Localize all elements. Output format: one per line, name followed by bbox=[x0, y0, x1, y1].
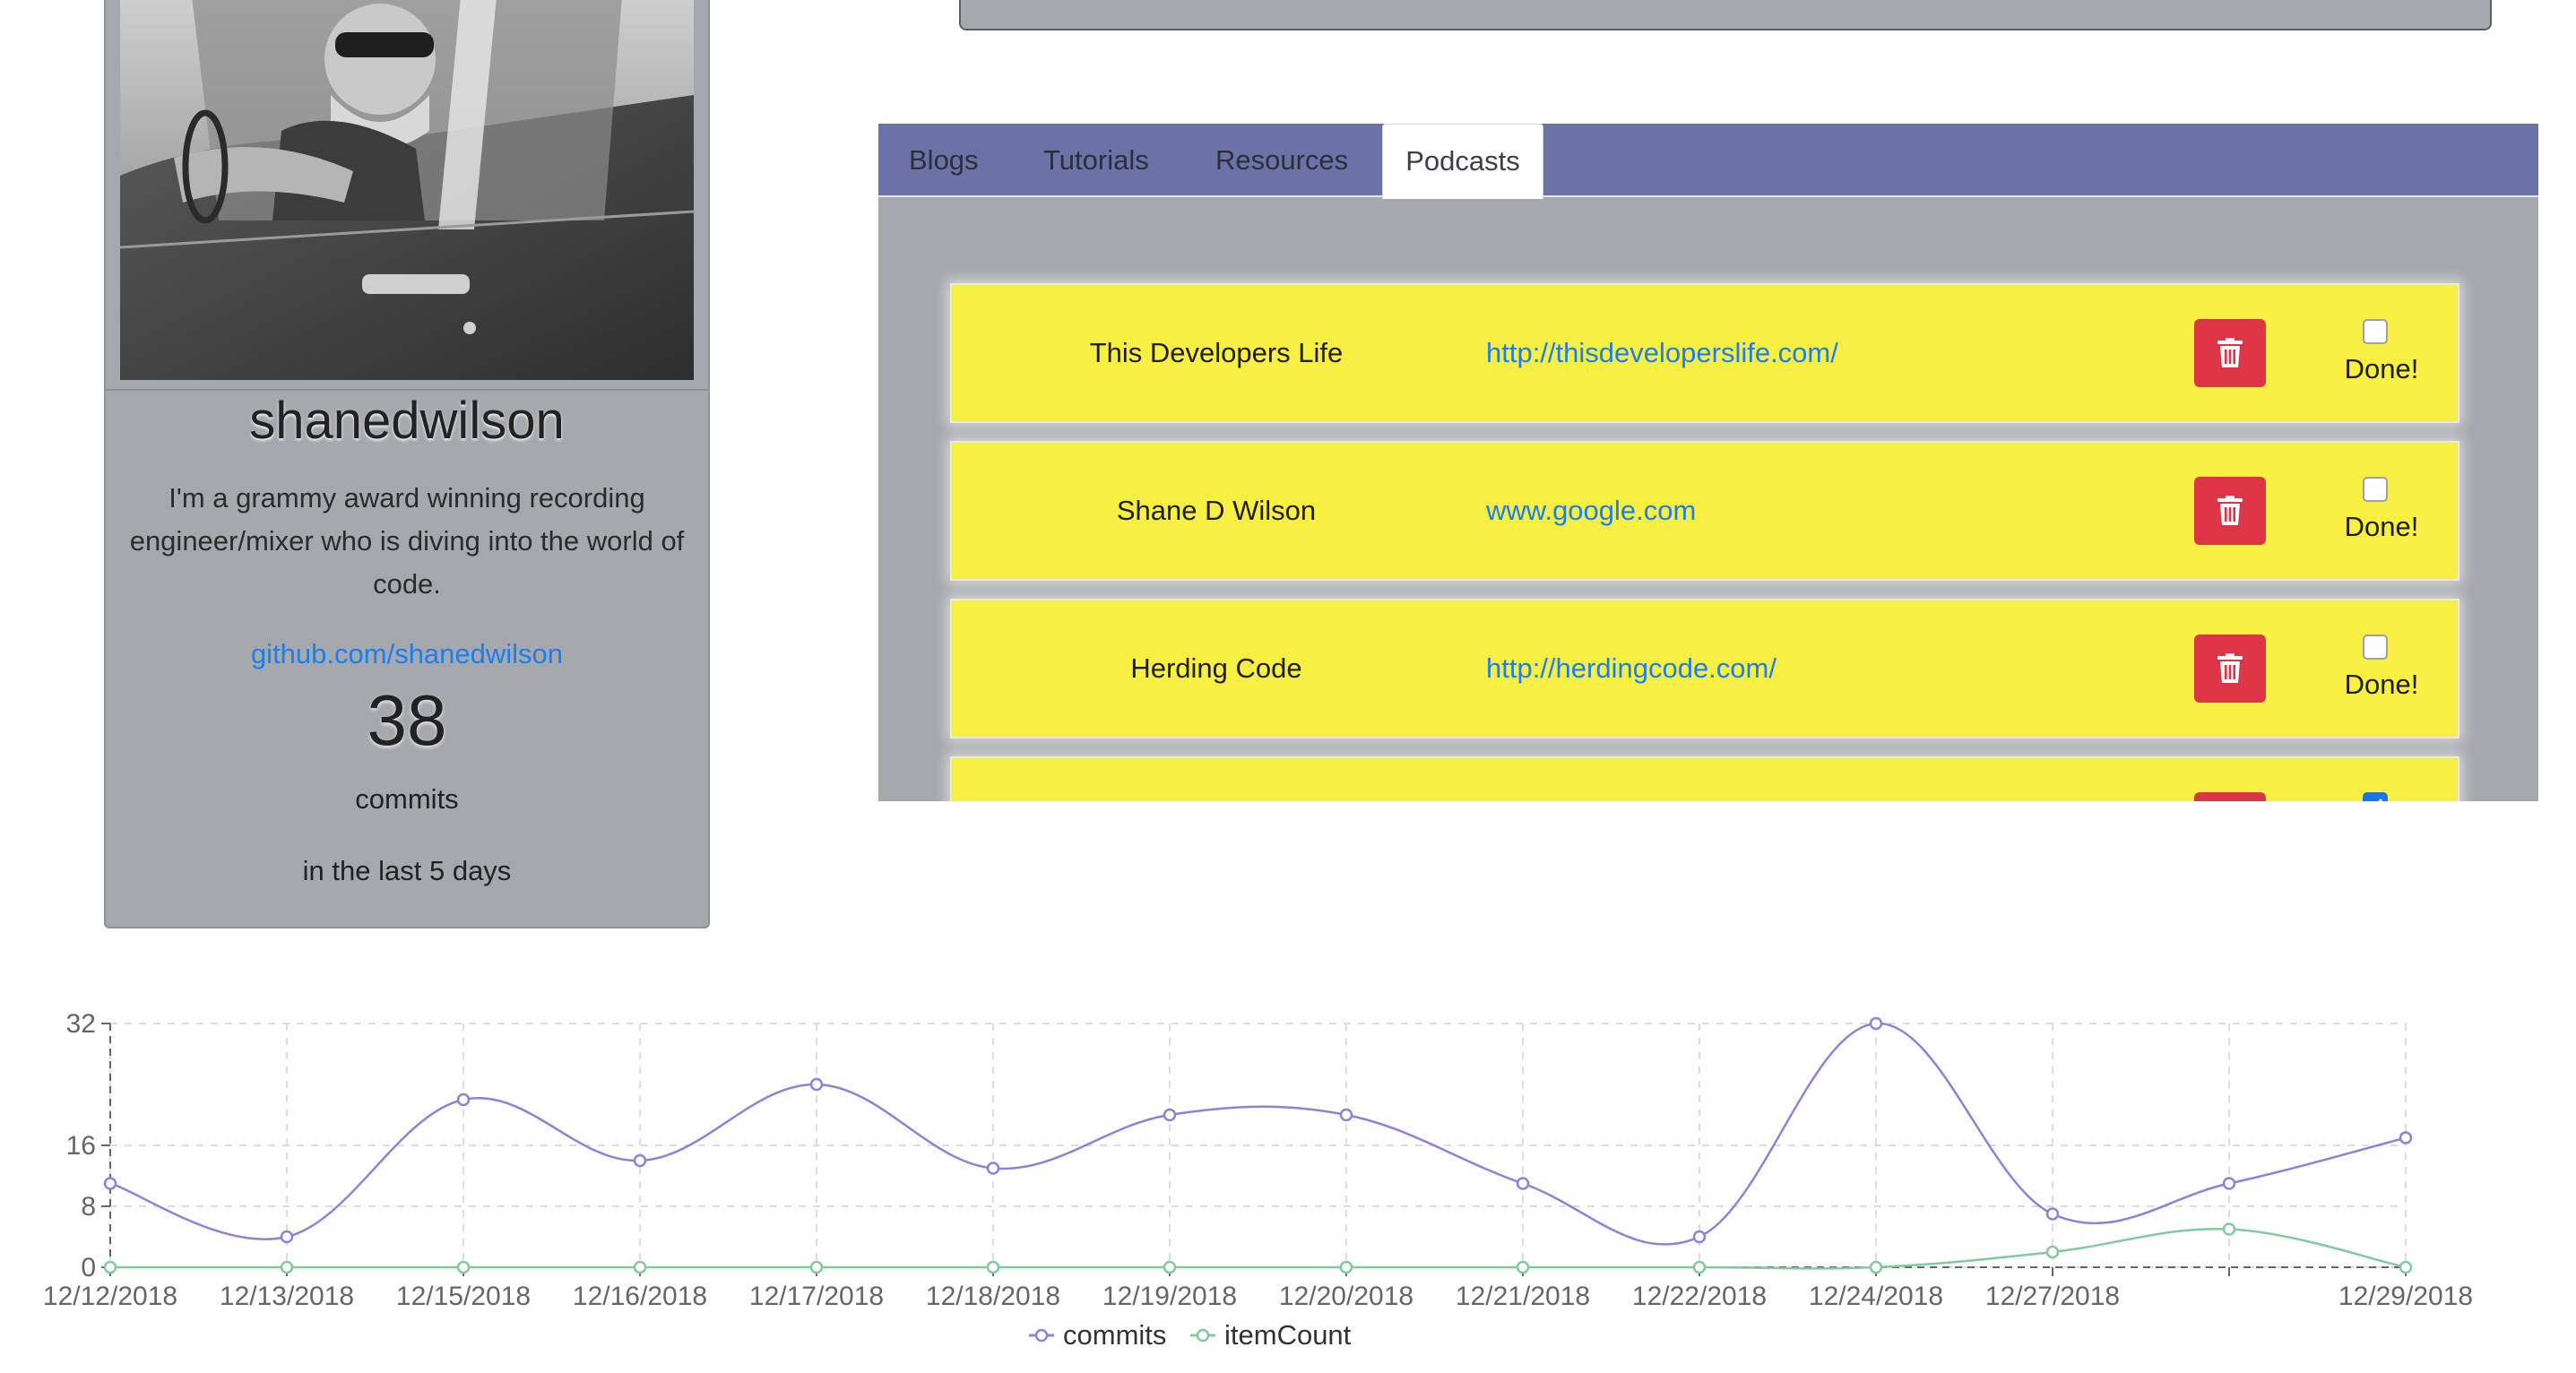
x-tick-label: 12/13/2018 bbox=[220, 1282, 354, 1311]
podcast-row: Shane D Wilson www.google.com Done! bbox=[950, 441, 2459, 581]
data-point-itemCount bbox=[986, 1260, 1000, 1274]
chart-grid bbox=[109, 1023, 2407, 1268]
x-tick-label: 12/22/2018 bbox=[1632, 1282, 1767, 1311]
data-point-itemCount bbox=[1692, 1260, 1707, 1274]
tab-bar: Blogs Tutorials Resources Podcasts bbox=[878, 124, 2538, 199]
y-tick-label: 8 bbox=[81, 1192, 96, 1222]
podcast-title: Shane D Wilson bbox=[1116, 495, 1317, 526]
done-checkbox[interactable] bbox=[2363, 792, 2388, 801]
data-point-itemCount bbox=[456, 1260, 471, 1274]
data-point-itemCount bbox=[2045, 1245, 2060, 1259]
data-point-commits bbox=[280, 1230, 294, 1244]
legend-label: itemCount bbox=[1224, 1319, 1352, 1351]
data-point-commits bbox=[1869, 1016, 1883, 1031]
x-tick-label: 12/16/2018 bbox=[573, 1282, 707, 1311]
x-tick-label: 12/24/2018 bbox=[1809, 1282, 1943, 1311]
done-checkbox[interactable] bbox=[2363, 477, 2388, 502]
data-point-commits bbox=[456, 1092, 471, 1107]
profile-photo-image bbox=[120, 0, 694, 380]
tab-podcasts[interactable]: Podcasts bbox=[1382, 124, 1543, 199]
chart-legend: commits itemCount bbox=[1029, 1319, 1352, 1351]
y-tick-label: 0 bbox=[81, 1253, 96, 1282]
podcast-title: This Developers Life bbox=[1089, 337, 1344, 368]
trash-icon bbox=[2217, 496, 2243, 525]
podcast-row: Herding Code http://herdingcode.com/ Don… bbox=[950, 599, 2459, 738]
data-point-commits bbox=[2222, 1177, 2236, 1190]
data-point-itemCount bbox=[103, 1260, 117, 1274]
data-point-commits bbox=[1692, 1230, 1707, 1244]
podcast-link[interactable]: www.google.com bbox=[1486, 443, 1696, 579]
tab-tutorials[interactable]: Tutorials bbox=[1043, 124, 1149, 197]
podcast-row: This Developers Life http://thisdevelope… bbox=[950, 283, 2459, 423]
x-tick-label: 12/18/2018 bbox=[926, 1282, 1060, 1311]
tab-resources[interactable]: Resources bbox=[1215, 124, 1348, 197]
podcast-link[interactable]: http://herdingcode.com/ bbox=[1486, 600, 1776, 737]
x-tick-label: 12/20/2018 bbox=[1279, 1282, 1413, 1311]
profile-username: shanedwilson bbox=[249, 392, 565, 450]
x-tick-label: 12/15/2018 bbox=[396, 1282, 531, 1311]
data-point-commits bbox=[633, 1153, 647, 1168]
y-tick-label: 16 bbox=[66, 1131, 96, 1161]
data-point-commits bbox=[103, 1177, 117, 1190]
delete-button[interactable] bbox=[2194, 319, 2266, 387]
trash-icon bbox=[2217, 653, 2243, 683]
data-point-commits bbox=[2045, 1207, 2060, 1221]
podcast-title bbox=[952, 758, 1481, 801]
data-point-commits bbox=[1339, 1108, 1353, 1122]
profile-card: shanedwilson I'm a grammy award winning … bbox=[104, 0, 710, 928]
trash-icon bbox=[2217, 338, 2243, 367]
check-icon bbox=[2378, 799, 2383, 801]
chart-axes: 0 8 16 32 12/12/2018 12/13/2018 12/15/2018 12/1… bbox=[43, 1009, 2473, 1311]
x-tick-label: 12/17/2018 bbox=[749, 1282, 884, 1311]
x-tick-label: 12/21/2018 bbox=[1456, 1282, 1590, 1311]
delete-button[interactable] bbox=[2194, 477, 2266, 545]
done-label: Done! bbox=[2344, 511, 2419, 542]
done-label: Done! bbox=[2344, 353, 2419, 384]
data-point-itemCount bbox=[1339, 1260, 1353, 1274]
top-panel bbox=[959, 0, 2492, 30]
podcast-link[interactable]: http://thisdeveloperslife.com/ bbox=[1486, 285, 1838, 421]
data-point-itemCount bbox=[633, 1260, 647, 1274]
github-link[interactable]: github.com/shanedwilson bbox=[106, 638, 708, 670]
x-tick-label: 12/19/2018 bbox=[1102, 1282, 1237, 1311]
done-checkbox[interactable] bbox=[2363, 635, 2388, 660]
delete-button[interactable] bbox=[2194, 792, 2266, 801]
delete-button[interactable] bbox=[2194, 635, 2266, 703]
profile-bio: I'm a grammy award winning recording eng… bbox=[129, 482, 685, 600]
x-tick-label: 12/27/2018 bbox=[1985, 1282, 2120, 1311]
series-line-itemCount bbox=[109, 1227, 2407, 1270]
data-point-itemCount bbox=[2222, 1222, 2236, 1236]
data-point-commits bbox=[2399, 1131, 2413, 1144]
data-point-itemCount bbox=[2399, 1260, 2413, 1274]
data-point-itemCount bbox=[809, 1260, 824, 1274]
legend-marker bbox=[1034, 1328, 1049, 1343]
commit-period: in the last 5 days bbox=[302, 855, 512, 886]
resources-panel: Blogs Tutorials Resources Podcasts This … bbox=[878, 124, 2538, 801]
commit-count: 38 bbox=[367, 680, 447, 760]
podcast-row bbox=[950, 756, 2459, 801]
data-point-itemCount bbox=[280, 1260, 294, 1274]
legend-marker bbox=[1196, 1328, 1210, 1343]
data-point-commits bbox=[986, 1161, 1000, 1175]
done-label: Done! bbox=[2344, 669, 2419, 700]
commit-label: commits bbox=[355, 783, 459, 815]
done-checkbox[interactable] bbox=[2363, 319, 2388, 344]
y-tick-label: 32 bbox=[66, 1009, 96, 1039]
podcast-title: Herding Code bbox=[1130, 652, 1302, 684]
profile-photo bbox=[120, 0, 694, 380]
data-point-commits bbox=[809, 1077, 824, 1092]
legend-label: commits bbox=[1063, 1319, 1166, 1351]
data-point-itemCount bbox=[1869, 1260, 1883, 1274]
commits-chart: 0 8 16 32 12/12/2018 12/13/2018 12/15/2018 12/1… bbox=[43, 1009, 2473, 1351]
data-point-itemCount bbox=[1516, 1260, 1530, 1274]
x-tick-label: 12/29/2018 bbox=[2338, 1282, 2473, 1311]
tab-blogs[interactable]: Blogs bbox=[909, 124, 979, 197]
x-tick-label: 12/12/2018 bbox=[43, 1282, 177, 1311]
data-point-commits bbox=[1516, 1177, 1530, 1190]
series-line-commits bbox=[109, 1022, 2407, 1246]
data-point-itemCount bbox=[1163, 1260, 1177, 1274]
data-point-commits bbox=[1163, 1108, 1177, 1122]
